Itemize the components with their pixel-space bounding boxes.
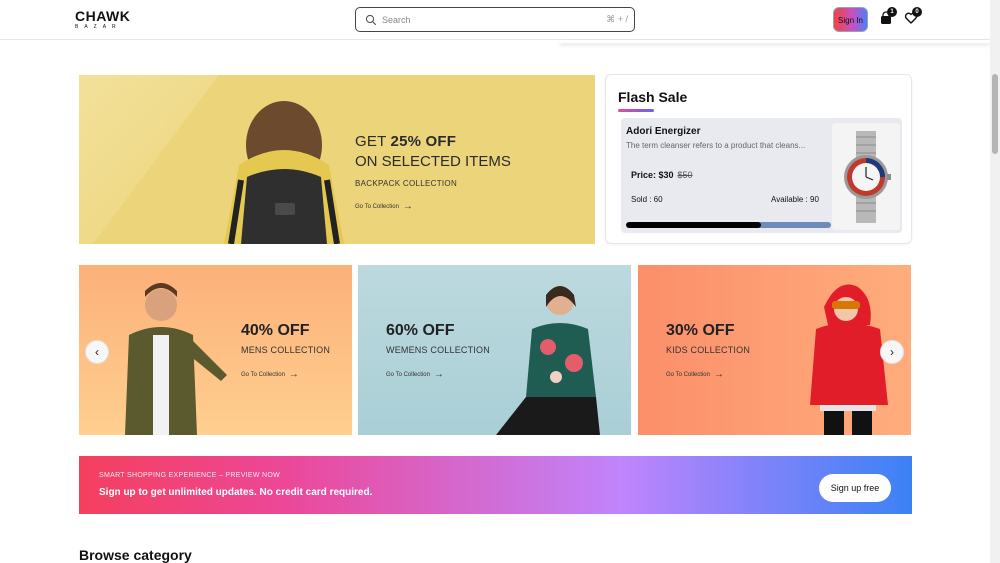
search-shortcut-hint: ⌘ + / [606,14,628,24]
header-shadow [560,40,990,43]
mens-link-text: Go To Collection [241,371,285,378]
wishlist-button[interactable]: 0 [904,7,922,25]
arrow-right-icon: → [713,369,724,380]
product-sold-count: Sold : 60 [631,195,663,204]
mens-collection-link[interactable]: Go To Collection → [241,369,299,380]
signup-small-text: SMART SHOPPING EXPERIENCE – PREVIEW NOW [99,472,281,479]
signup-banner: SMART SHOPPING EXPERIENCE – PREVIEW NOW … [79,456,912,514]
flash-sale-title: Flash Sale [618,89,688,105]
arrow-right-icon: → [433,369,444,380]
chevron-right-icon: › [890,345,894,359]
hero-headline: GET 25% OFF [355,133,457,150]
hero-subheadline: ON SELECTED ITEMS [355,153,511,170]
mens-collection-card[interactable]: 40% OFF MENS COLLECTION Go To Collection… [79,265,352,435]
womens-collection-name: WEMENS COLLECTION [386,345,490,355]
mens-collection-name: MENS COLLECTION [241,345,331,355]
hero-link-text: Go To Collection [355,203,399,210]
womens-collection-link[interactable]: Go To Collection → [386,369,444,380]
carousel-prev-button[interactable]: ‹ [85,340,109,364]
product-price: Price: $30 $50 [631,170,693,180]
hero-banner[interactable]: GET 25% OFF ON SELECTED ITEMS BACKPACK C… [79,75,595,244]
kids-discount: 30% OFF [666,322,735,339]
flash-sale-underline [618,109,654,112]
product-description: The term cleanser refers to a product th… [626,141,806,150]
hero-collection-link[interactable]: Go To Collection → [355,201,575,212]
cart-count-badge: 1 [887,7,897,17]
chevron-left-icon: ‹ [95,345,99,359]
sold-progress-bar [626,222,831,228]
product-old-price: $50 [677,170,693,180]
site-header: CHAWK BAZAR ⌘ + / Sign In 1 0 [0,0,990,40]
scrollbar-thumb[interactable] [992,74,998,154]
logo[interactable]: CHAWK BAZAR [75,9,135,30]
wishlist-count-badge: 0 [912,7,922,17]
arrow-right-icon: → [402,201,413,212]
watch-image [832,123,900,230]
signup-main-text: Sign up to get unlimited updates. No cre… [99,487,373,498]
product-available-count: Available : 90 [771,195,819,204]
carousel-next-button[interactable]: › [880,340,904,364]
sign-up-free-button[interactable]: Sign up free [819,474,891,502]
kids-collection-name: KIDS COLLECTION [666,345,751,355]
logo-main-text: CHAWK [75,8,131,24]
womens-link-text: Go To Collection [386,371,430,378]
womens-collection-card[interactable]: 60% OFF WEMENS COLLECTION Go To Collecti… [358,265,631,435]
kids-collection-link[interactable]: Go To Collection → [666,369,724,380]
hero-collection-label: BACKPACK COLLECTION [355,179,458,188]
search-input[interactable] [382,10,582,29]
kids-link-text: Go To Collection [666,371,710,378]
sold-progress-fill [626,222,762,228]
cart-button[interactable]: 1 [879,7,897,25]
watch-icon [844,131,891,223]
womens-discount: 60% OFF [386,322,455,339]
kids-collection-card[interactable]: 30% OFF KIDS COLLECTION Go To Collection… [638,265,911,435]
search-box[interactable]: ⌘ + / [355,7,635,32]
flash-sale-product-card[interactable]: Adori Energizer The term cleanser refers… [621,118,902,233]
logo-sub-text: BAZAR [75,24,122,30]
woman-model-image [496,286,600,435]
flash-sale-panel: Flash Sale Adori Energizer The term clea… [605,74,912,244]
hero-text: GET 25% OFF ON SELECTED ITEMS BACKPACK C… [355,133,575,212]
search-icon [365,14,377,26]
sign-in-button[interactable]: Sign In [833,7,868,32]
browse-category-heading: Browse category [79,547,192,563]
product-name: Adori Energizer [626,126,701,137]
man-model-image [125,283,227,435]
arrow-right-icon: → [288,369,299,380]
mens-discount: 40% OFF [241,322,310,339]
